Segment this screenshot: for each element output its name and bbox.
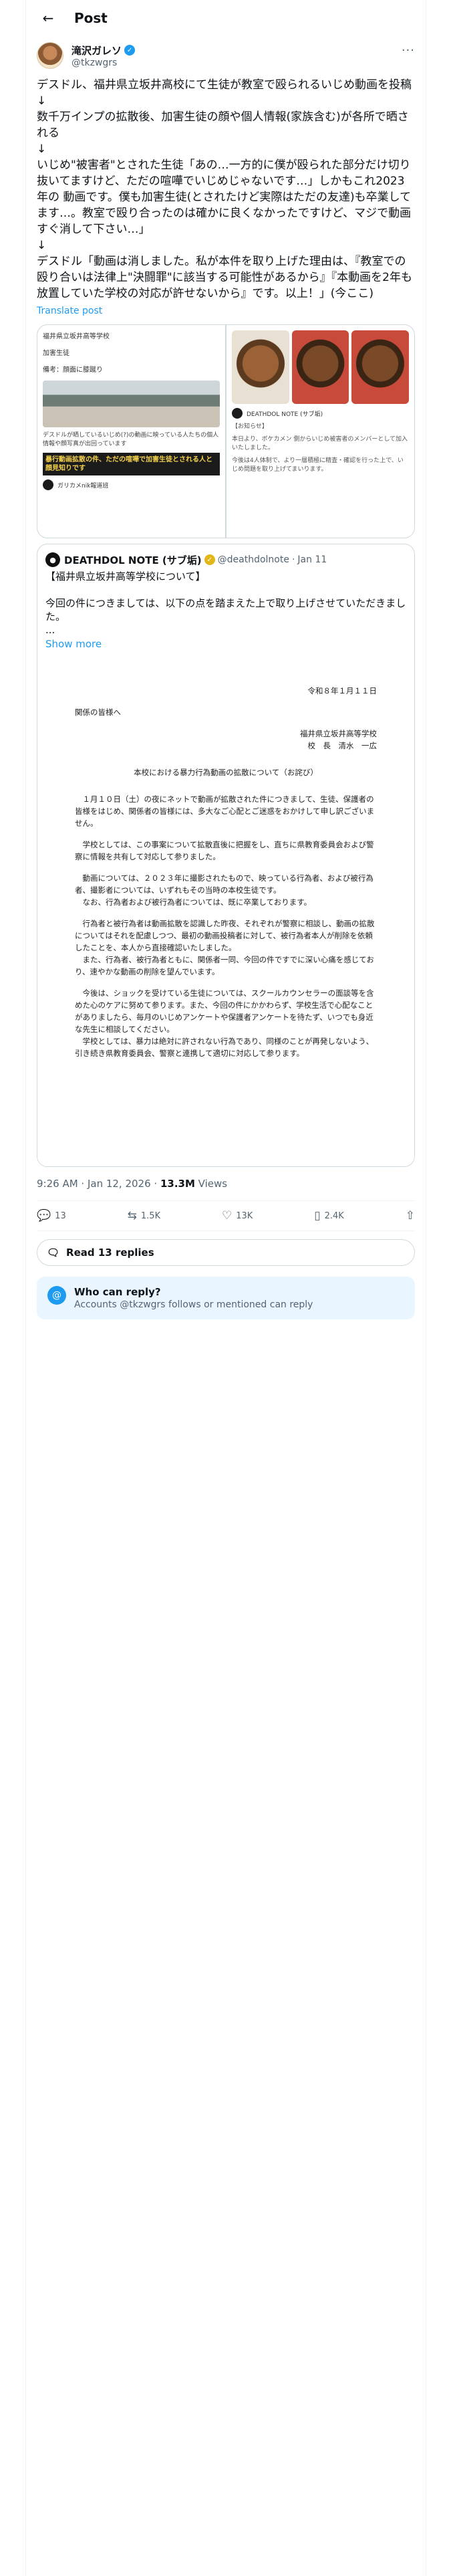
repost-icon: ⇆	[127, 1209, 137, 1222]
author-name[interactable]: 滝沢ガレソ	[71, 43, 122, 58]
share-icon: ⇧	[405, 1209, 415, 1222]
doc-from-school: 福井県立坂井高等学校	[300, 729, 377, 738]
classroom-photo	[43, 381, 220, 427]
doc-paragraph: 動画については、２０２３年に撮影されたもので、映っている行為者、および被行為者、…	[75, 873, 373, 895]
separator: ·	[291, 554, 295, 565]
like-count: 13K	[236, 1210, 253, 1221]
media-grid[interactable]: 福井県立坂井高等学校 加害生徒 備考：顔面に膝蹴り デスドルが晒しているいじめ(…	[37, 324, 415, 538]
account-avatar-icon	[232, 408, 243, 419]
show-more-link[interactable]: Show more	[37, 637, 414, 650]
doc-paragraph: 行為者と被行為者は動画拡散を認識した昨夜、それぞれが警察に相談し、動画の拡散につ…	[75, 919, 375, 952]
author-handle[interactable]: @tkzwgrs	[71, 58, 135, 68]
divider	[37, 1230, 415, 1231]
reply-icon: 💬	[37, 1209, 51, 1222]
who-can-reply-title: Who can reply?	[74, 1286, 161, 1298]
verified-badge-icon: ✓	[124, 45, 136, 56]
top-bar: ← Post	[26, 0, 426, 35]
page-title: Post	[74, 9, 108, 26]
bear-mascot	[351, 330, 410, 404]
media-notice: 【お知らせ】	[232, 423, 268, 430]
media-account-name: DEATHDOL NOTE (サブ垢)	[247, 411, 323, 418]
bookmark-count: 2.4K	[324, 1210, 344, 1221]
doc-paragraph: 今後は、ショックを受けている生徒については、スクールカウンセラーの面談等を含めた…	[75, 988, 374, 1034]
doc-to: 関係の皆様へ	[75, 708, 121, 717]
quoted-name: DEATHDOL NOTE (サブ垢)	[64, 554, 202, 566]
repost-count: 1.5K	[140, 1210, 161, 1221]
bear-mascots-image	[232, 330, 410, 404]
media-text: 本日より、ボケカメン 側からいじめ被害者のメンバーとして加入いたしました。	[232, 436, 408, 451]
doc-date: 令和８年１月１１日	[307, 686, 378, 695]
bear-mascot	[232, 330, 289, 404]
media-school-name: 福井県立坂井高等学校	[43, 333, 110, 340]
back-arrow-icon[interactable]: ←	[37, 7, 59, 29]
account-avatar-icon	[43, 479, 53, 490]
who-can-reply-panel: @ Who can reply? Accounts @tkzwgrs follo…	[37, 1277, 415, 1319]
bookmark-button[interactable]: ▯ 2.4K	[314, 1209, 344, 1222]
more-options-icon[interactable]: ···	[402, 43, 415, 58]
post-column: ← Post 滝沢ガレソ ✓ @tkzwgrs ··· デスドル、福井県立坂井高…	[25, 0, 426, 2576]
action-bar: 💬 13 ⇆ 1.5K ♡ 13K ▯ 2.4K ⇧	[26, 1201, 426, 1230]
at-sign-icon: @	[47, 1286, 66, 1305]
who-can-reply-subtitle: Accounts @tkzwgrs follows or mentioned c…	[74, 1299, 313, 1310]
reply-count: 13	[55, 1210, 66, 1221]
author-info: 滝沢ガレソ ✓ @tkzwgrs	[71, 43, 136, 68]
bear-mascot	[291, 330, 349, 404]
post-time[interactable]: 9:26 AM · Jan 12, 2026 ·	[37, 1178, 160, 1190]
quoted-date: Jan 11	[297, 554, 327, 565]
translate-link[interactable]: Translate post	[26, 302, 426, 316]
media-text: 今後は4人体制で、より一層積極に精査・確認を行った上で、いじめ問題を取り上げてま…	[232, 457, 404, 473]
views-count: 13.3M	[160, 1178, 195, 1190]
media-caption: デスドルが晒しているいじめ(?)の動画に映っている人たちの個人情報や顔写真が出回…	[43, 432, 219, 447]
bookmark-icon: ▯	[314, 1209, 321, 1222]
media-image-right[interactable]: DEATHDOL NOTE (サブ垢) 【お知らせ】 本日より、ボケカメン 側か…	[227, 325, 414, 538]
media-banner: 暴行動画拡散の件、ただの喧嘩で加害生徒とされる人と顔見知りです	[43, 453, 220, 475]
quoted-text: 【福井県立坂井高等学校について】 今回の件につきましては、以下の点を踏まえた上で…	[45, 570, 406, 636]
author-header: 滝沢ガレソ ✓ @tkzwgrs ···	[26, 35, 426, 69]
doc-from-principal: 校 長 清水 一広	[307, 741, 378, 750]
like-button[interactable]: ♡ 13K	[222, 1209, 253, 1222]
doc-paragraph: なお、行為者および被行為者については、既に卒業しております。	[82, 897, 312, 907]
post-timestamp: 9:26 AM · Jan 12, 2026 · 13.3M Views	[26, 1167, 426, 1190]
quoted-post[interactable]: ● DEATHDOL NOTE (サブ垢) ✓ @deathdolnote · …	[37, 544, 415, 1167]
quoted-avatar-icon: ●	[45, 552, 60, 567]
repost-button[interactable]: ⇆ 1.5K	[128, 1209, 160, 1222]
media-account-name: ガリカメnik報道班	[57, 482, 109, 490]
doc-paragraph: 学校としては、暴力は絶対に許されない行為であり、同様のことが再発しないよう、引き…	[75, 1037, 374, 1058]
doc-paragraph: １月１０日（土）の夜にネットで動画が拡散された件につきまして、生徒、保護者の皆様…	[75, 794, 375, 828]
doc-paragraph: また、行為者、被行為者ともに、関係者一同、今回の件ですでに深い心痛を感じており、…	[75, 955, 374, 976]
read-replies-button[interactable]: 🗨 Read 13 replies	[37, 1239, 415, 1266]
heart-icon: ♡	[222, 1209, 233, 1222]
views-label: Views	[194, 1178, 228, 1190]
doc-title: 本校における暴力行為動画の拡散について（お詫び）	[134, 768, 318, 777]
comment-icon: 🗨	[47, 1247, 60, 1259]
media-note: 備考：顔面に膝蹴り	[43, 366, 103, 374]
share-button[interactable]: ⇧	[406, 1209, 415, 1222]
quoted-header: ● DEATHDOL NOTE (サブ垢) ✓ @deathdolnote · …	[37, 544, 414, 567]
media-label: 加害生徒	[43, 350, 69, 357]
reply-button[interactable]: 💬 13	[37, 1209, 66, 1222]
read-replies-label: Read 13 replies	[66, 1247, 154, 1259]
quoted-handle: @deathdolnote	[217, 554, 289, 565]
doc-paragraph: 学校としては、この事案について拡散直後に把握をし、直ちに県教育委員会および警察に…	[75, 840, 374, 861]
tweet-text: デスドル、福井県立坂井高校にて生徒が教室で殴られるいじめ動画を投稿 ↓ 数千万イ…	[37, 78, 412, 300]
media-image-left[interactable]: 福井県立坂井高等学校 加害生徒 備考：顔面に膝蹴り デスドルが晒しているいじめ(…	[37, 325, 225, 538]
verified-badge-icon: ✓	[204, 554, 215, 565]
avatar[interactable]	[37, 42, 63, 69]
school-statement-image[interactable]: 令和８年１月１１日 関係の皆様へ 福井県立坂井高等学校 校 長 清水 一広 本校…	[37, 658, 414, 1166]
